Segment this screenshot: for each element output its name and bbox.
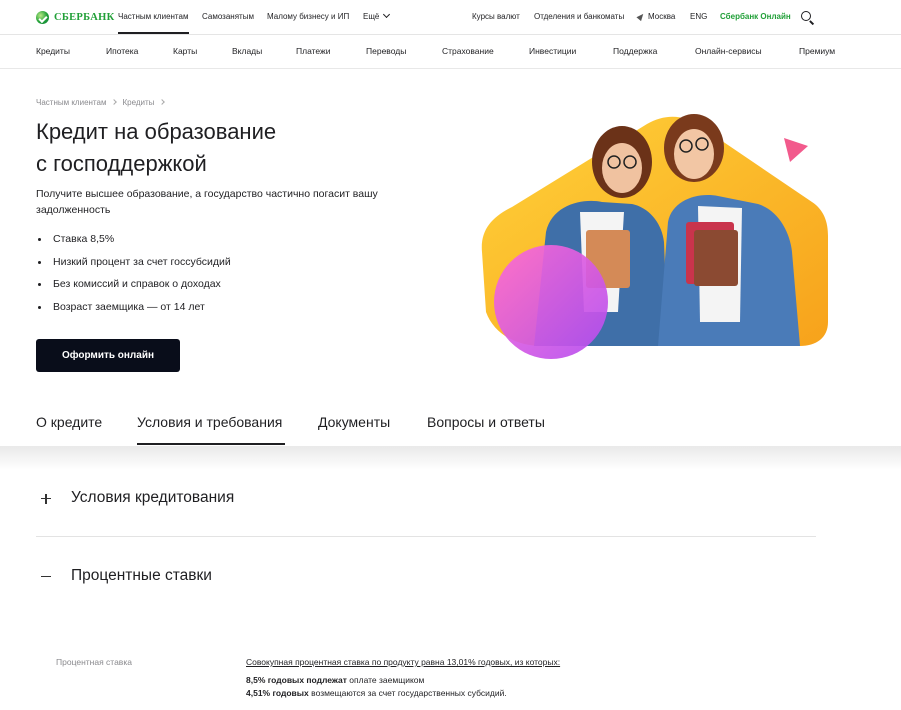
nav-deposits[interactable]: Вклады <box>232 46 262 56</box>
rate-borrower-bold: 8,5% годовых подлежат <box>246 675 347 685</box>
chevron-right-icon <box>111 99 118 105</box>
accordion-title: Условия кредитования <box>71 489 235 506</box>
list-item: Низкий процент за счет госсубсидий <box>36 251 231 274</box>
sberbank-online-link[interactable]: Сбербанк Онлайн <box>720 12 791 21</box>
tab-conditions[interactable]: Условия и требования <box>137 414 282 430</box>
chevron-right-icon <box>159 99 166 105</box>
product-nav: Кредиты Ипотека Карты Вклады Платежи Пер… <box>0 35 901 69</box>
more-label: Ещё <box>363 12 380 21</box>
tab-about-credit[interactable]: О кредите <box>36 414 102 430</box>
segment-self-employed[interactable]: Самозанятым <box>202 12 254 21</box>
active-tab-underline <box>137 443 285 445</box>
accordion-interest-rates[interactable]: Процентные ставки <box>36 566 816 590</box>
nav-transfers[interactable]: Переводы <box>366 46 406 56</box>
divider <box>36 536 816 537</box>
list-item: Ставка 8,5% <box>36 228 231 251</box>
nav-investments[interactable]: Инвестиции <box>529 46 576 56</box>
minus-icon <box>41 572 51 582</box>
plus-icon <box>41 494 51 504</box>
segment-more-dropdown[interactable]: Ещё <box>363 10 391 21</box>
tab-documents[interactable]: Документы <box>318 414 390 430</box>
breadcrumb-credits[interactable]: Кредиты <box>122 98 154 107</box>
nav-premium[interactable]: Премиум <box>799 46 835 56</box>
breadcrumb: Частным клиентам Кредиты <box>36 98 170 107</box>
list-item: Возраст заемщика — от 14 лет <box>36 296 231 319</box>
breadcrumb-private-clients[interactable]: Частным клиентам <box>36 98 106 107</box>
rate-subsidy-line: 4,51% годовых возмещаются за счет госуда… <box>246 688 507 698</box>
nav-cards[interactable]: Карты <box>173 46 197 56</box>
location-arrow-icon <box>636 11 646 22</box>
list-item: Без комиссий и справок о доходах <box>36 273 231 296</box>
active-segment-underline <box>118 32 189 34</box>
nav-insurance[interactable]: Страхование <box>442 46 494 56</box>
pink-circle-shape <box>494 245 608 359</box>
nav-support[interactable]: Поддержка <box>613 46 657 56</box>
tab-faq[interactable]: Вопросы и ответы <box>427 414 545 430</box>
language-switch[interactable]: ENG <box>690 12 707 21</box>
page-title-line2: с господдержкой <box>36 151 207 176</box>
hero-illustration <box>481 114 828 359</box>
link-exchange-rates[interactable]: Курсы валют <box>472 12 520 21</box>
sberbank-logo[interactable]: СБЕРБАНК <box>36 11 115 24</box>
chevron-down-icon <box>383 10 391 19</box>
accordion-title: Процентные ставки <box>71 567 212 584</box>
apply-online-button[interactable]: Оформить онлайн <box>36 339 180 372</box>
rate-subsidy-rest: возмещаются за счет государственных субс… <box>308 688 507 698</box>
hero-lead: Получите высшее образование, а государст… <box>36 188 378 216</box>
nav-payments[interactable]: Платежи <box>296 46 330 56</box>
link-branches-atms[interactable]: Отделения и банкоматы <box>534 12 624 21</box>
city-selector[interactable]: Москва <box>636 11 676 22</box>
accordion-credit-conditions[interactable]: Условия кредитования <box>36 488 816 512</box>
segment-small-business[interactable]: Малому бизнесу и ИП <box>267 12 349 21</box>
left-person-face <box>602 143 642 193</box>
sberbank-logo-icon <box>36 11 49 24</box>
segment-private-clients[interactable]: Частным клиентам <box>118 12 188 21</box>
city-label: Москва <box>648 12 676 21</box>
search-icon[interactable] <box>801 11 815 25</box>
nav-mortgage[interactable]: Ипотека <box>106 46 138 56</box>
rate-label: Процентная ставка <box>56 657 132 667</box>
tabs-shadow <box>0 446 901 470</box>
nav-credits[interactable]: Кредиты <box>36 46 70 56</box>
feature-list: Ставка 8,5% Низкий процент за счет госсу… <box>36 228 231 318</box>
page-title: Кредит на образование с господдержкой <box>36 116 276 180</box>
content-tabs: О кредите Условия и требования Документы… <box>0 400 901 446</box>
top-header: СБЕРБАНК Частным клиентам Самозанятым Ма… <box>0 0 901 35</box>
nav-online-services[interactable]: Онлайн-сервисы <box>695 46 762 56</box>
logo-text: СБЕРБАНК <box>54 12 115 23</box>
rate-borrower-line: 8,5% годовых подлежат оплате заемщиком <box>246 675 424 685</box>
rate-summary: Совокупная процентная ставка по продукту… <box>246 657 561 667</box>
right-person-face <box>674 129 714 179</box>
pink-triangle-shape <box>784 138 808 162</box>
page-title-line1: Кредит на образование <box>36 119 277 144</box>
rate-subsidy-bold: 4,51% годовых <box>246 688 309 698</box>
rate-borrower-rest: оплате заемщиком <box>346 675 425 685</box>
